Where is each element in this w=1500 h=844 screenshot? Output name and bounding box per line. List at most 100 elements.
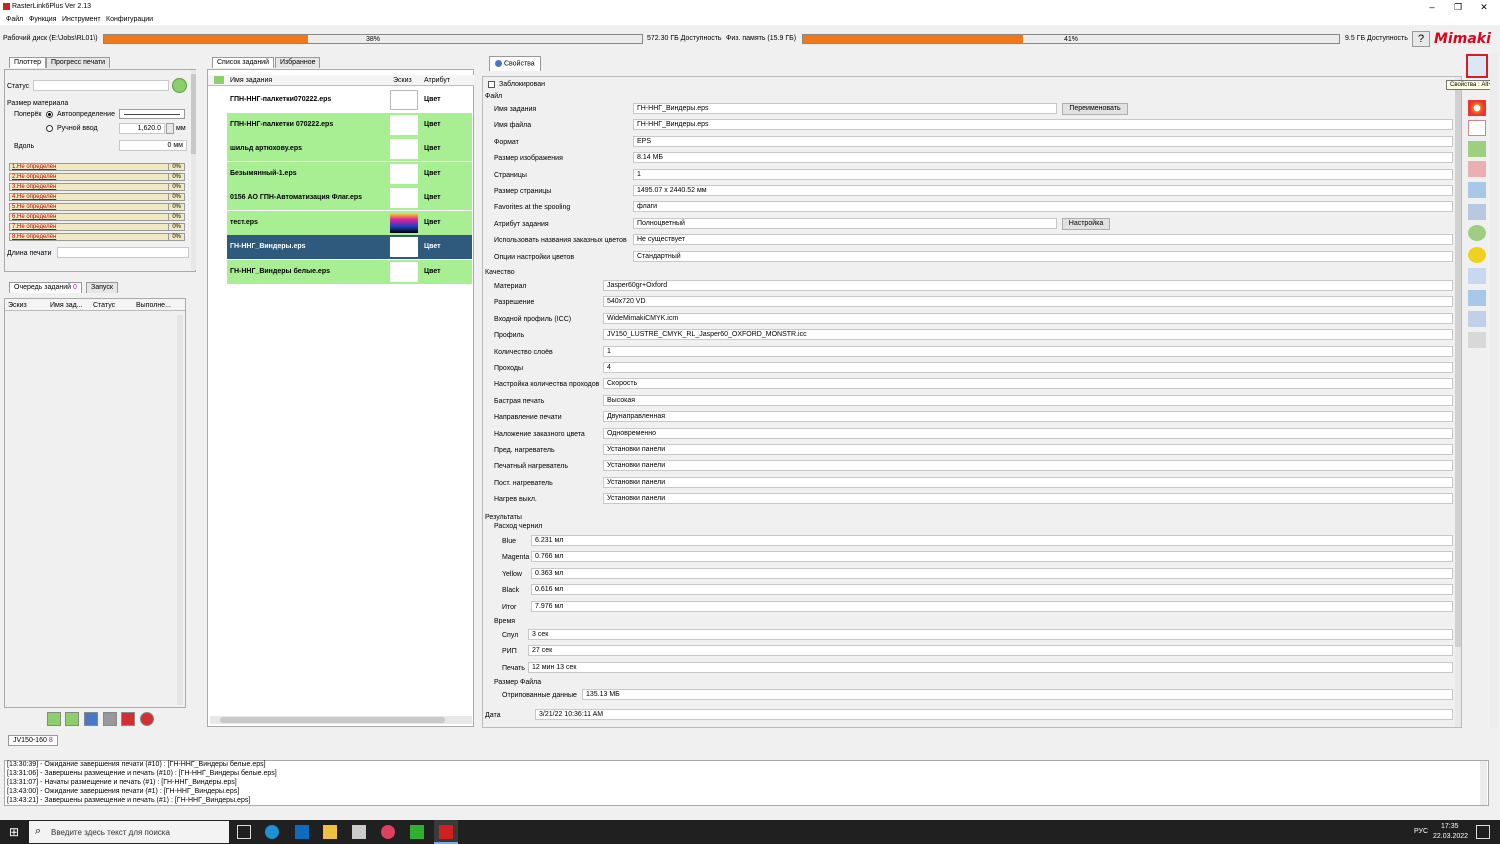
arrow-down-icon[interactable]: [1468, 225, 1486, 241]
job-row[interactable]: тест.eps Цвет: [227, 211, 472, 235]
search-placeholder: Введите здесь текст для поиска: [51, 828, 170, 837]
job-row[interactable]: ГПН-ННГ-палкетки 070222.eps Цвет: [227, 113, 472, 137]
target-icon[interactable]: [1468, 247, 1486, 263]
tab-print-progress[interactable]: Прогресс печати: [46, 57, 111, 68]
print-icon[interactable]: [1468, 182, 1486, 198]
properties-icon: [495, 60, 502, 67]
file-row-label: Страницы: [494, 171, 527, 179]
file-row-field: Не существует: [633, 234, 1453, 246]
queue-col-progress[interactable]: Выполне...: [136, 302, 171, 309]
plotter-scrollbar[interactable]: [191, 70, 196, 270]
joblist-hscroll[interactable]: [210, 716, 472, 724]
media-icon[interactable]: [381, 825, 395, 839]
menu-function[interactable]: Функция: [29, 16, 56, 23]
pause-icon[interactable]: [84, 712, 98, 726]
download-icon[interactable]: [65, 712, 79, 726]
quality-row-field: Скорость: [603, 378, 1453, 390]
color-wheel-icon[interactable]: [1468, 100, 1486, 116]
disk-status-bar: Рабочий диск (E:\Jobs\RL01\) 38% 572.30 …: [0, 31, 1500, 47]
app-icon: [3, 3, 10, 10]
app-green-icon[interactable]: [410, 825, 424, 839]
menu-tools[interactable]: Инструмент: [62, 16, 101, 23]
start-icon[interactable]: ⊞: [7, 825, 21, 839]
help-icon[interactable]: ?: [1412, 31, 1430, 47]
job-thumbnail: [390, 115, 418, 135]
cut-icon[interactable]: [1468, 161, 1486, 177]
slot-row: 7.Не определён 0%: [9, 223, 185, 231]
auto-radio[interactable]: [46, 111, 53, 118]
file-row-label: Favorites at the spooling: [494, 204, 571, 212]
job-row[interactable]: шильд артюхову.eps Цвет: [227, 137, 472, 161]
quality-row-label: Пост. нагреватель: [494, 479, 553, 487]
width-stepper[interactable]: [166, 123, 174, 134]
search-box[interactable]: ⌕ Введите здесь текст для поиска: [29, 821, 229, 843]
maximize-button[interactable]: ❐: [1452, 1, 1464, 13]
outlook-icon[interactable]: [295, 825, 309, 839]
queue-scrollbar[interactable]: [177, 315, 183, 705]
clock-time[interactable]: 17:35: [1441, 823, 1459, 830]
close-button[interactable]: ✕: [1478, 1, 1490, 13]
joblist-col-thumb[interactable]: Эскиз: [393, 77, 412, 84]
slot-row: 3.Не определён 0%: [9, 183, 185, 191]
log-scrollbar[interactable]: [1480, 761, 1487, 805]
menu-config[interactable]: Конфигурации: [106, 16, 153, 23]
along-field: 0 мм: [119, 140, 187, 151]
joblist-col-name[interactable]: Имя задания: [230, 77, 272, 84]
minimize-button[interactable]: –: [1426, 1, 1438, 13]
tab-launch[interactable]: Запуск: [86, 282, 118, 293]
tab-favorites[interactable]: Избранное: [275, 57, 321, 68]
queue-col-status[interactable]: Статус: [93, 302, 115, 309]
tab-properties[interactable]: Свойства: [489, 56, 541, 71]
rasterlink-task-icon[interactable]: [434, 820, 458, 844]
printer-tab[interactable]: JV150-160 8: [8, 735, 58, 746]
queue-col-name[interactable]: Имя зад...: [50, 302, 83, 309]
explorer-icon[interactable]: [323, 825, 337, 839]
quality-row-field: 540x720 VD: [603, 296, 1453, 308]
job-row[interactable]: Безымянный-1.eps Цвет: [227, 162, 472, 186]
delete-icon[interactable]: [140, 712, 154, 726]
manual-label: Ручной ввод: [57, 125, 98, 132]
window-icon[interactable]: [1468, 204, 1486, 220]
refresh-icon[interactable]: [172, 78, 187, 93]
rename-button[interactable]: Переименовать: [1062, 103, 1128, 115]
menu-file[interactable]: Файл: [6, 16, 23, 23]
joblist-col-attr[interactable]: Атрибут: [424, 77, 450, 84]
export-icon[interactable]: [1468, 290, 1486, 306]
page-icon[interactable]: [1468, 120, 1486, 136]
job-row[interactable]: ГН-ННГ_Виндеры белые.eps Цвет: [227, 260, 472, 284]
tab-job-queue[interactable]: Очередь заданий 0: [9, 282, 82, 293]
manual-radio[interactable]: [46, 125, 53, 132]
calculator-icon[interactable]: [352, 825, 366, 839]
tab-plotter[interactable]: Плоттер: [9, 57, 47, 68]
queue-col-thumb[interactable]: Эскиз: [8, 302, 27, 309]
manual-width-input[interactable]: 1,620.0: [119, 123, 165, 134]
setup-button[interactable]: Настройка: [1062, 218, 1110, 230]
job-row[interactable]: 0156 АО ГПН-Автоматизация Флаг.eps Цвет: [227, 186, 472, 210]
copy-icon[interactable]: [1468, 268, 1486, 284]
tool-icon[interactable]: [1468, 332, 1486, 348]
mimaki-logo: Mimaki: [1434, 31, 1491, 47]
cancel-icon[interactable]: [121, 712, 135, 726]
notification-icon[interactable]: [1476, 825, 1490, 839]
job-row-selected[interactable]: ГН-ННГ_Виндеры.eps Цвет: [227, 235, 472, 259]
clock-date[interactable]: 22.03.2022: [1433, 833, 1468, 840]
edge-icon[interactable]: [265, 825, 279, 839]
properties-toolbar-icon[interactable]: [1466, 54, 1488, 78]
time-section-label: Время: [494, 618, 516, 625]
locked-label: Заблокирован: [499, 81, 546, 88]
stop-icon[interactable]: [103, 712, 117, 726]
layout-icon[interactable]: [1468, 141, 1486, 157]
language-indicator[interactable]: РУС: [1414, 828, 1428, 835]
task-view-icon[interactable]: [237, 825, 251, 839]
locked-checkbox[interactable]: [488, 81, 495, 88]
add-icon[interactable]: [47, 712, 61, 726]
quality-row-field: 4: [603, 362, 1453, 373]
properties-scrollbar[interactable]: [1455, 77, 1461, 727]
toolbar-scrollbar[interactable]: [1490, 54, 1498, 728]
auto-slider[interactable]: [119, 109, 185, 119]
trash-icon[interactable]: [1468, 311, 1486, 327]
job-row[interactable]: ГПН-ННГ-палкетки070222.eps Цвет: [227, 88, 472, 112]
results-section-label: Результаты: [485, 514, 522, 521]
file-row-field[interactable]: Полноцветный: [633, 217, 1057, 229]
tab-job-list[interactable]: Список заданий: [212, 57, 275, 68]
